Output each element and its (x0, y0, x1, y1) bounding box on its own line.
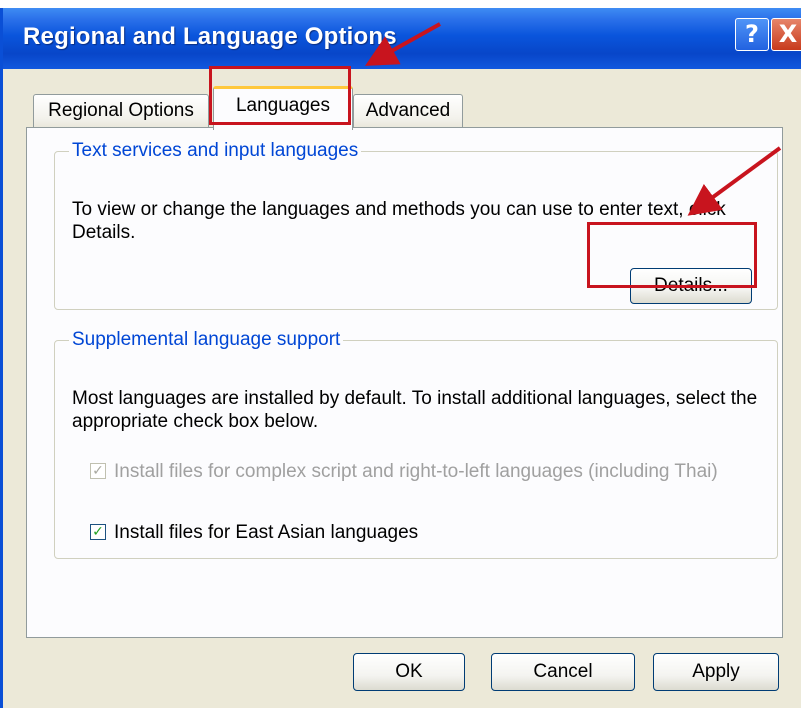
supplemental-description: Most languages are installed by default.… (72, 388, 758, 432)
supplemental-legend: Supplemental language support (72, 329, 341, 350)
text-services-legend: Text services and input languages (72, 140, 359, 161)
dialog-window: Regional and Language Options ? X Region… (0, 8, 801, 708)
details-button-highlight (587, 222, 757, 288)
close-button[interactable]: X (771, 18, 801, 51)
east-asian-label: Install files for East Asian languages (114, 522, 419, 543)
help-button[interactable]: ? (735, 18, 769, 51)
apply-button[interactable]: Apply (653, 653, 779, 691)
tab-regional-options[interactable]: Regional Options (33, 94, 209, 128)
complex-script-label: Install files for complex script and rig… (114, 461, 718, 482)
supplemental-language-group: Supplemental language support Most langu… (54, 329, 778, 559)
tab-advanced[interactable]: Advanced (353, 94, 463, 128)
east-asian-checkbox[interactable]: ✓ (90, 524, 106, 540)
tab-panel: Text services and input languages To vie… (26, 127, 783, 638)
window-title: Regional and Language Options (23, 23, 397, 50)
ok-button[interactable]: OK (353, 653, 465, 691)
tab-strip: Regional Options Languages Advanced (3, 84, 801, 130)
complex-script-checkbox[interactable]: ✓ (90, 463, 106, 479)
languages-tab-highlight (209, 66, 351, 125)
title-bar[interactable]: Regional and Language Options ? X (3, 8, 801, 69)
cancel-button[interactable]: Cancel (491, 653, 635, 691)
